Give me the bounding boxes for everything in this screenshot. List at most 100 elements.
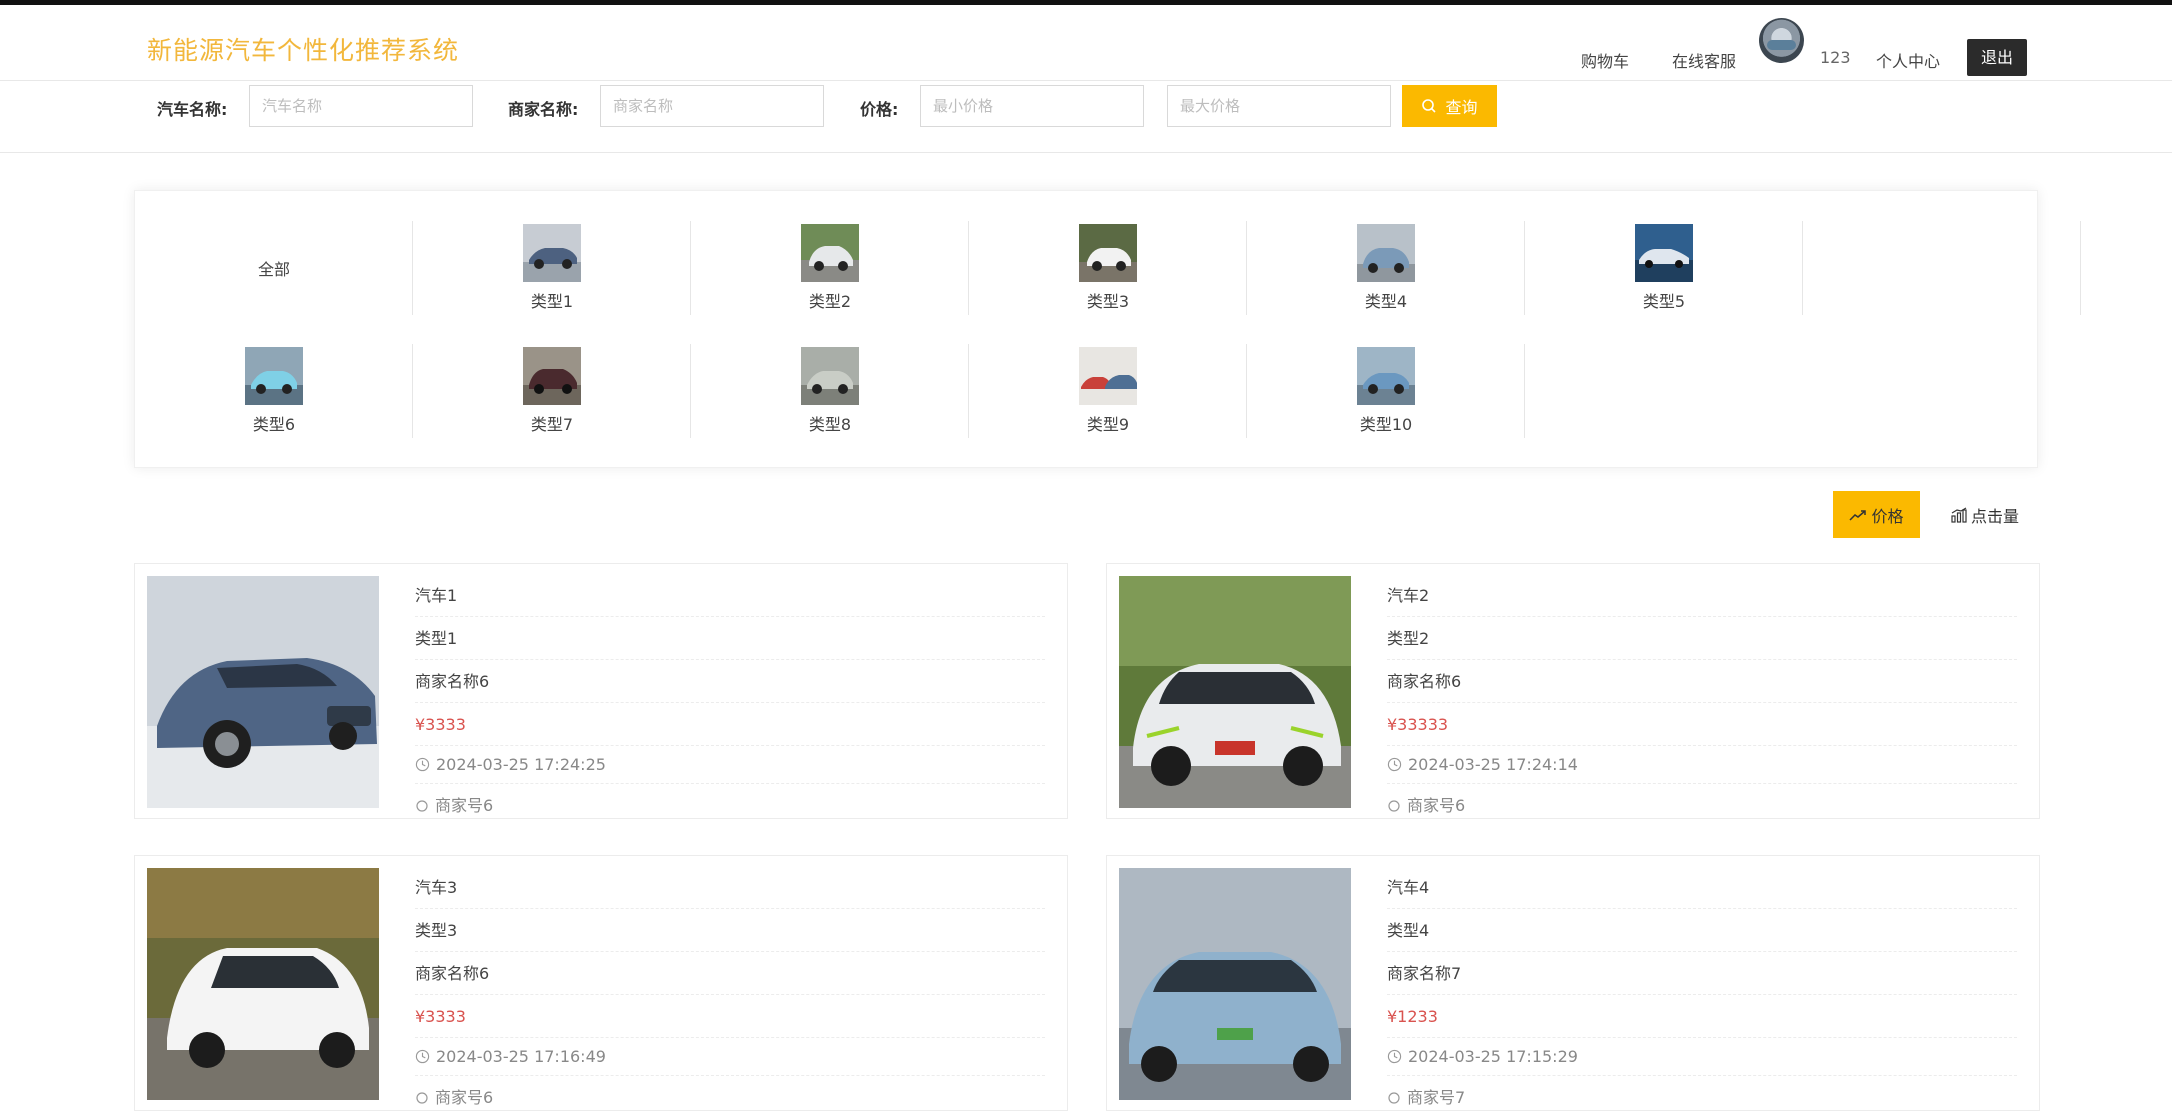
user-icon <box>416 1091 428 1104</box>
nav-profile[interactable]: 个人中心 <box>1876 48 1940 72</box>
category-label: 类型6 <box>252 415 296 434</box>
car-price: ¥3333 <box>415 995 1045 1038</box>
category-label: 类型2 <box>808 292 852 311</box>
car-name: 汽车1 <box>415 574 1045 617</box>
trend-up-icon <box>1849 509 1867 521</box>
car-merchant-account: 商家号6 <box>1387 784 2017 818</box>
car-merchant: 商家名称6 <box>1387 660 2017 703</box>
search-button-label: 查询 <box>1445 100 1478 117</box>
avatar[interactable] <box>1759 18 1804 63</box>
sort-by-clicks-button[interactable]: 点击量 <box>1940 491 2030 538</box>
min-price-input[interactable] <box>920 85 1144 127</box>
car-info: 汽车1 类型1 商家名称6 ¥3333 2024-03-25 17:24:25 … <box>415 574 1045 818</box>
nav-online-service[interactable]: 在线客服 <box>1672 48 1736 72</box>
user-icon <box>1388 799 1400 812</box>
category-thumbnail <box>801 224 859 282</box>
car-image <box>1119 868 1351 1100</box>
user-icon <box>416 799 428 812</box>
car-time: 2024-03-25 17:24:25 <box>415 746 1045 784</box>
category-label: 类型10 <box>1359 415 1413 434</box>
sort-by-price-button[interactable]: 价格 <box>1833 491 1920 538</box>
category-thumbnail <box>801 347 859 405</box>
logout-button[interactable]: 退出 <box>1967 39 2027 76</box>
bar-chart-icon <box>1951 506 1967 523</box>
price-label: 价格: <box>860 100 899 119</box>
site-title: 新能源汽车个性化推荐系统 <box>147 36 460 65</box>
category-item[interactable]: 类型10 <box>1247 344 1525 438</box>
car-card[interactable]: 汽车1 类型1 商家名称6 ¥3333 2024-03-25 17:24:25 … <box>134 563 1068 819</box>
username: 123 <box>1820 48 1851 67</box>
category-all[interactable]: 全部 <box>135 221 413 315</box>
category-item[interactable]: 类型6 <box>135 344 413 438</box>
category-thumbnail <box>523 224 581 282</box>
merchant-name-input[interactable] <box>600 85 824 127</box>
category-thumbnail <box>523 347 581 405</box>
category-panel: 全部 类型1 类型2 类型3 类型4 类型5 类型6 类型7 类型8 类型9 类… <box>134 190 2081 468</box>
category-empty <box>1803 221 2081 315</box>
category-item[interactable]: 类型8 <box>691 344 969 438</box>
car-time-text: 2024-03-25 17:24:25 <box>436 754 606 774</box>
sort-price-label: 价格 <box>1871 506 1904 526</box>
car-price: ¥33333 <box>1387 703 2017 746</box>
car-info: 汽车4 类型4 商家名称7 ¥1233 2024-03-25 17:15:29 … <box>1387 866 2017 1110</box>
car-name-input[interactable] <box>249 85 473 127</box>
category-item[interactable]: 类型4 <box>1247 221 1525 315</box>
category-item[interactable]: 类型5 <box>1525 221 1803 315</box>
category-label: 类型7 <box>530 415 574 434</box>
car-merchant-account-text: 商家号6 <box>1407 796 1466 815</box>
category-thumbnail <box>1357 224 1415 282</box>
category-thumbnail <box>245 347 303 405</box>
car-image <box>147 868 379 1100</box>
car-time-text: 2024-03-25 17:16:49 <box>436 1046 606 1066</box>
clock-icon <box>1387 757 1402 772</box>
car-price: ¥1233 <box>1387 995 2017 1038</box>
sort-clicks-label: 点击量 <box>1970 506 2019 526</box>
car-time: 2024-03-25 17:15:29 <box>1387 1038 2017 1076</box>
category-label: 类型8 <box>808 415 852 434</box>
car-merchant-account-text: 商家号6 <box>435 1088 494 1107</box>
search-button[interactable]: 查询 <box>1402 85 1497 127</box>
car-name-label: 汽车名称: <box>157 100 228 119</box>
car-merchant: 商家名称6 <box>415 660 1045 703</box>
category-label: 类型1 <box>530 292 574 311</box>
car-name: 汽车3 <box>415 866 1045 909</box>
car-type: 类型3 <box>415 909 1045 952</box>
category-item[interactable]: 类型1 <box>413 221 691 315</box>
category-thumbnail <box>1079 347 1137 405</box>
car-type: 类型2 <box>1387 617 2017 660</box>
car-merchant-account: 商家号6 <box>415 1076 1045 1110</box>
nav-cart[interactable]: 购物车 <box>1581 48 1629 72</box>
category-item[interactable]: 类型3 <box>969 221 1247 315</box>
category-label: 类型9 <box>1086 415 1130 434</box>
car-time-text: 2024-03-25 17:24:14 <box>1408 754 1578 774</box>
category-all-label: 全部 <box>257 260 290 279</box>
max-price-input[interactable] <box>1167 85 1391 127</box>
car-info: 汽车3 类型3 商家名称6 ¥3333 2024-03-25 17:16:49 … <box>415 866 1045 1110</box>
merchant-name-label: 商家名称: <box>508 100 579 119</box>
car-merchant-account: 商家号7 <box>1387 1076 2017 1110</box>
category-thumbnail <box>1357 347 1415 405</box>
category-item[interactable]: 类型9 <box>969 344 1247 438</box>
car-time: 2024-03-25 17:24:14 <box>1387 746 2017 784</box>
header: 新能源汽车个性化推荐系统 购物车 在线客服 123 个人中心 退出 <box>0 5 2172 80</box>
category-thumbnail <box>1079 224 1137 282</box>
category-label: 类型4 <box>1364 292 1408 311</box>
car-info: 汽车2 类型2 商家名称6 ¥33333 2024-03-25 17:24:14… <box>1387 574 2017 818</box>
category-item[interactable]: 类型2 <box>691 221 969 315</box>
car-type: 类型4 <box>1387 909 2017 952</box>
category-label: 类型5 <box>1642 292 1686 311</box>
category-item[interactable]: 类型7 <box>413 344 691 438</box>
car-price: ¥3333 <box>415 703 1045 746</box>
car-image <box>147 576 379 808</box>
car-card[interactable]: 汽车4 类型4 商家名称7 ¥1233 2024-03-25 17:15:29 … <box>1106 855 2040 1111</box>
user-icon <box>1388 1091 1400 1104</box>
car-name: 汽车4 <box>1387 866 2017 909</box>
clock-icon <box>1387 1049 1402 1064</box>
car-type: 类型1 <box>415 617 1045 660</box>
car-card[interactable]: 汽车2 类型2 商家名称6 ¥33333 2024-03-25 17:24:14… <box>1106 563 2040 819</box>
search-icon <box>1422 99 1437 113</box>
category-thumbnail <box>1635 224 1693 282</box>
car-card[interactable]: 汽车3 类型3 商家名称6 ¥3333 2024-03-25 17:16:49 … <box>134 855 1068 1111</box>
category-label: 类型3 <box>1086 292 1130 311</box>
car-time-text: 2024-03-25 17:15:29 <box>1408 1046 1578 1066</box>
